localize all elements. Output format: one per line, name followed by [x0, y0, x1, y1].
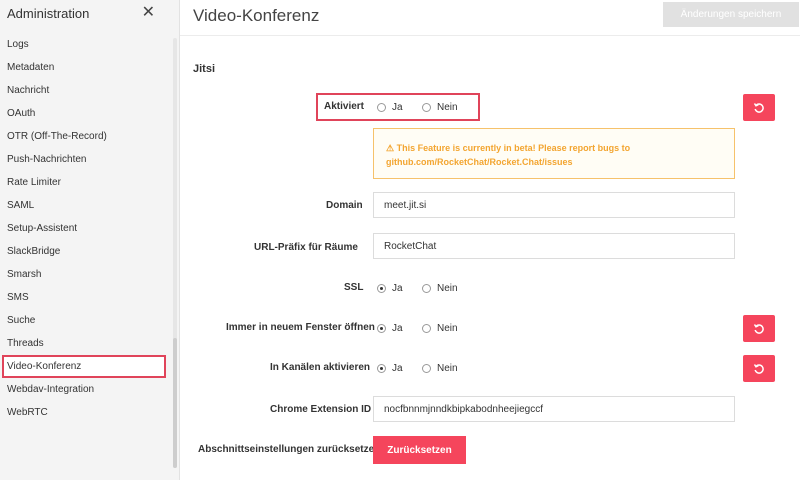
- sidebar-item-push[interactable]: Push-Nachrichten: [0, 148, 172, 171]
- channels-radio-yes[interactable]: Ja: [377, 363, 403, 374]
- page-title: Video-Konferenz: [193, 6, 320, 25]
- undo-icon: [753, 363, 764, 374]
- ssl-label: SSL: [344, 282, 364, 293]
- radio-icon: [377, 364, 386, 373]
- sidebar-item-webrtc[interactable]: WebRTC: [0, 401, 172, 424]
- header-divider: [180, 35, 800, 36]
- sidebar-item-threads[interactable]: Threads: [0, 332, 172, 355]
- new-window-label: Immer in neuem Fenster öffnen: [226, 322, 375, 333]
- radio-icon: [422, 324, 431, 333]
- chrome-ext-input[interactable]: nocfbnnmjnndkbipkabodnheejiegccf: [373, 396, 735, 422]
- url-prefix-input[interactable]: RocketChat: [373, 233, 735, 259]
- main-content: Video-Konferenz Änderungen speichern Jit…: [180, 0, 800, 480]
- sidebar-item-sms[interactable]: SMS: [0, 286, 172, 309]
- sidebar-item-smarsh[interactable]: Smarsh: [0, 263, 172, 286]
- radio-icon: [422, 364, 431, 373]
- reset-new-window-button[interactable]: [743, 315, 775, 342]
- domain-label: Domain: [326, 200, 363, 211]
- ssl-radio-yes[interactable]: Ja: [377, 283, 403, 294]
- radio-icon: [377, 284, 386, 293]
- sidebar-item-metadaten[interactable]: Metadaten: [0, 56, 172, 79]
- radio-icon: [377, 103, 386, 112]
- sidebar-item-rate-limiter[interactable]: Rate Limiter: [0, 171, 172, 194]
- radio-icon: [422, 284, 431, 293]
- ssl-radio-no[interactable]: Nein: [422, 283, 458, 294]
- chrome-ext-label: Chrome Extension ID: [270, 404, 372, 415]
- reset-section-button[interactable]: Zurücksetzen: [373, 436, 466, 464]
- enabled-radio-no[interactable]: Nein: [422, 102, 458, 113]
- undo-icon: [753, 102, 764, 113]
- sidebar-item-oauth[interactable]: OAuth: [0, 102, 172, 125]
- sidebar-item-setup[interactable]: Setup-Assistent: [0, 217, 172, 240]
- save-changes-button[interactable]: Änderungen speichern: [663, 2, 799, 27]
- radio-icon: [377, 324, 386, 333]
- admin-sidebar: Administration ✕ Logs Metadaten Nachrich…: [0, 0, 180, 480]
- close-icon[interactable]: ✕: [142, 5, 155, 21]
- reset-enabled-button[interactable]: [743, 94, 775, 121]
- beta-warning-notice: ⚠ This Feature is currently in beta! Ple…: [373, 128, 735, 179]
- sidebar-item-otr[interactable]: OTR (Off-The-Record): [0, 125, 172, 148]
- sidebar-item-nachricht[interactable]: Nachricht: [0, 79, 172, 102]
- sidebar-scrollbar-thumb[interactable]: [173, 338, 177, 468]
- radio-icon: [422, 103, 431, 112]
- sidebar-list: Logs Metadaten Nachricht OAuth OTR (Off-…: [0, 33, 172, 424]
- sidebar-item-slackbridge[interactable]: SlackBridge: [0, 240, 172, 263]
- undo-icon: [753, 323, 764, 334]
- reset-channels-button[interactable]: [743, 355, 775, 382]
- reset-section-label: Abschnittseinstellungen zurücksetzen: [198, 444, 381, 455]
- channels-radio-no[interactable]: Nein: [422, 363, 458, 374]
- section-title-jitsi: Jitsi: [193, 63, 216, 75]
- sidebar-title: Administration: [7, 5, 90, 21]
- new-window-radio-no[interactable]: Nein: [422, 323, 458, 334]
- sidebar-item-suche[interactable]: Suche: [0, 309, 172, 332]
- sidebar-item-webdav[interactable]: Webdav-Integration: [0, 378, 172, 401]
- enabled-radio-yes[interactable]: Ja: [377, 102, 403, 113]
- domain-input[interactable]: meet.jit.si: [373, 192, 735, 218]
- channels-label: In Kanälen aktivieren: [270, 362, 371, 373]
- sidebar-scrollbar[interactable]: [173, 38, 177, 468]
- sidebar-item-video-konferenz[interactable]: Video-Konferenz: [2, 355, 166, 378]
- sidebar-item-logs[interactable]: Logs: [0, 33, 172, 56]
- sidebar-header: Administration ✕: [0, 0, 179, 26]
- sidebar-item-saml[interactable]: SAML: [0, 194, 172, 217]
- enabled-label: Aktiviert: [324, 101, 365, 112]
- new-window-radio-yes[interactable]: Ja: [377, 323, 403, 334]
- url-prefix-label: URL-Präfix für Räume: [254, 242, 358, 253]
